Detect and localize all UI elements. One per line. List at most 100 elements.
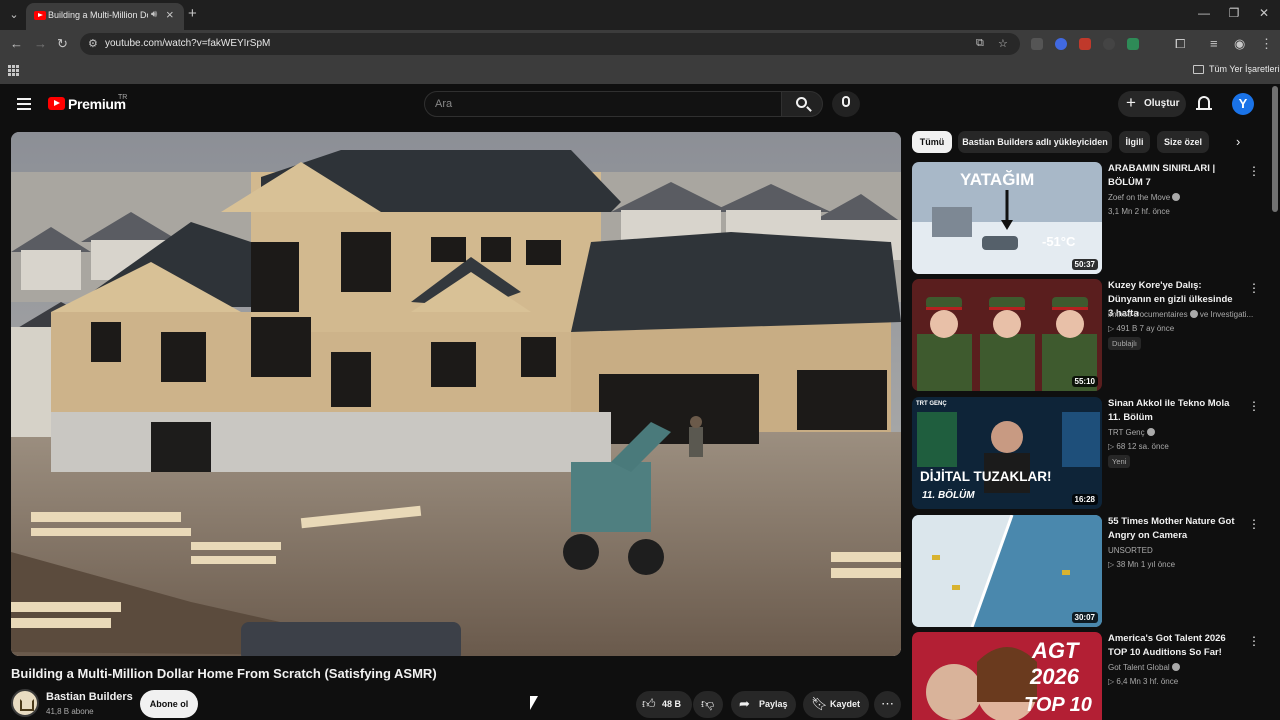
channel-avatar[interactable] (11, 689, 39, 717)
recommendation-item[interactable]: YATAĞIM -51°C 50:37 ARABAMIN SINIRLARI |… (912, 162, 1262, 274)
rec-channel[interactable]: Zoef on the Move (1108, 193, 1181, 202)
dislike-button[interactable]: 👎︎ (693, 691, 723, 718)
subscribe-button[interactable]: Abone ol (140, 690, 198, 718)
audio-playing-icon[interactable]: 🔊︎ (151, 9, 157, 20)
recommendation-item[interactable]: 30:07 55 Times Mother Nature Got Angry o… (912, 515, 1262, 627)
minimize-icon[interactable]: — (1194, 6, 1214, 20)
like-count: 48 B (662, 699, 682, 709)
video-thumbnail[interactable]: 30:07 (912, 515, 1102, 627)
video-duration: 50:37 (1071, 259, 1098, 270)
reading-list-icon[interactable]: ≡ (1210, 36, 1218, 52)
video-duration: 16:28 (1071, 494, 1098, 505)
chip-all[interactable]: Tümü (912, 131, 952, 153)
account-avatar[interactable]: Y (1232, 93, 1254, 115)
recommendation-item[interactable]: TRT GENÇ DİJİTAL TUZAKLAR! 11. BÖLÜM 16:… (912, 397, 1262, 509)
rec-title[interactable]: Sinan Akkol ile Tekno Mola 11. Bölüm (1108, 397, 1240, 425)
share-icon: ➦ (739, 696, 750, 711)
youtube-favicon-icon (34, 11, 46, 20)
rec-meta-text: 68 12 sa. önce (1116, 442, 1169, 451)
create-button[interactable]: + Oluştur (1118, 91, 1186, 117)
thumbnail-text: YATAĞIM (960, 170, 1035, 189)
more-vertical-icon[interactable]: ⋮ (1248, 400, 1260, 412)
rec-channel-name: imineo Documentaires (1108, 310, 1188, 319)
plus-icon: + (1126, 93, 1136, 112)
back-icon[interactable]: ← (10, 36, 23, 52)
video-thumbnail[interactable]: YATAĞIM -51°C 50:37 (912, 162, 1102, 274)
thumbnail-subtext: -51°C (1042, 234, 1076, 249)
search-button[interactable] (781, 91, 823, 117)
rec-meta: ▷ 491 B 7 ay önce (1108, 324, 1174, 333)
tab-title: Building a Multi-Million Dollar Home Fro… (48, 10, 148, 20)
chevron-right-icon[interactable]: › (1236, 134, 1240, 149)
like-button[interactable]: 👍︎ 48 B (636, 691, 692, 718)
thumbs-up-icon: 👍︎ (642, 696, 656, 711)
new-tab-icon[interactable]: + (188, 6, 197, 22)
tab-close-icon[interactable]: × (166, 8, 174, 22)
folder-icon[interactable] (1193, 65, 1204, 74)
chip-for-you[interactable]: Size özel (1157, 131, 1209, 153)
chip-from-uploader[interactable]: Bastian Builders adlı yükleyiciden (958, 131, 1112, 153)
extension-green-icon[interactable] (1127, 38, 1139, 50)
thumbnail-subtext: 11. BÖLÜM (922, 490, 975, 501)
more-vertical-icon[interactable]: ⋮ (1248, 518, 1260, 530)
rec-meta-text: 6,4 Mn 3 hf. önce (1116, 677, 1179, 686)
extension-info-icon[interactable] (1103, 38, 1115, 50)
verified-icon (1146, 428, 1155, 436)
youtube-logo-icon[interactable] (48, 97, 65, 110)
all-bookmarks-link[interactable]: Tüm Yer İşaretleri (1209, 64, 1280, 74)
cast-icon[interactable]: ⧉ (976, 37, 984, 50)
browser-tab-strip: ⌄ Building a Multi-Million Dollar Home F… (0, 0, 1280, 30)
reload-icon[interactable]: ↻ (57, 36, 68, 52)
rec-channel[interactable]: Got Talent Global (1108, 663, 1180, 672)
browser-tab-active[interactable]: Building a Multi-Million Dollar Home Fro… (26, 3, 184, 30)
share-label: Paylaş (759, 699, 788, 709)
rec-channel-name: Got Talent Global (1108, 663, 1170, 672)
extensions-puzzle-icon[interactable]: ⧠ (1175, 36, 1185, 52)
channel-name[interactable]: Bastian Builders (46, 691, 133, 703)
video-thumbnail[interactable]: TRT GENÇ DİJİTAL TUZAKLAR! 11. BÖLÜM 16:… (912, 397, 1102, 509)
verified-icon (1171, 663, 1180, 671)
profile-icon[interactable]: ◉ (1234, 36, 1245, 52)
save-button[interactable]: 🔖︎ Kaydet (803, 691, 869, 718)
youtube-header: Premium TR Ara + Oluştur Y (0, 84, 1280, 124)
chip-related[interactable]: İlgili (1119, 131, 1150, 153)
maximize-icon[interactable]: ❐ (1224, 6, 1244, 20)
search-input[interactable]: Ara (424, 91, 782, 117)
video-thumbnail[interactable]: AGT 2026 TOP 10 (912, 632, 1102, 720)
page-scrollbar[interactable] (1272, 86, 1278, 212)
more-vertical-icon[interactable]: ⋮ (1248, 635, 1260, 647)
recommendation-item[interactable]: 55:10 Kuzey Kore'ye Dalış: Dünyanın en g… (912, 279, 1262, 391)
rec-channel[interactable]: TRT Genç (1108, 428, 1155, 437)
bookmark-star-icon[interactable]: ☆ (998, 37, 1008, 50)
mouse-cursor-icon (530, 696, 538, 710)
extension-translate-icon[interactable] (1031, 38, 1043, 50)
notifications-bell-icon[interactable] (1196, 96, 1212, 110)
rec-channel[interactable]: imineo Documentaires ve Investigati... (1108, 310, 1253, 319)
site-info-icon[interactable]: ⚙ (88, 37, 98, 50)
recommendation-item[interactable]: AGT 2026 TOP 10 America's Got Talent 202… (912, 632, 1262, 720)
window-close-icon[interactable]: ✕ (1254, 6, 1274, 20)
video-player[interactable] (11, 132, 901, 656)
forward-icon[interactable]: → (34, 36, 47, 52)
voice-search-button[interactable] (832, 91, 860, 117)
more-vertical-icon[interactable]: ⋮ (1248, 282, 1260, 294)
rec-meta-text: 38 Mn 1 yıl önce (1116, 560, 1176, 569)
apps-grid-icon[interactable] (8, 65, 19, 76)
menu-icon[interactable] (17, 98, 31, 110)
browser-menu-icon[interactable]: ⋮ (1260, 36, 1273, 52)
rec-title[interactable]: 55 Times Mother Nature Got Angry on Came… (1108, 515, 1240, 543)
rec-channel[interactable]: UNSORTED (1108, 546, 1153, 555)
video-thumbnail[interactable]: 55:10 (912, 279, 1102, 391)
rec-title[interactable]: America's Got Talent 2026 TOP 10 Auditio… (1108, 632, 1240, 660)
thumbnail-tag: TRT GENÇ (916, 401, 947, 407)
share-button[interactable]: ➦ Paylaş (731, 691, 796, 718)
subscriber-count: 41,8 B abone (46, 707, 94, 716)
extension-blue-icon[interactable] (1055, 38, 1067, 50)
rec-title[interactable]: ARABAMIN SINIRLARI | BÖLÜM 7 (1108, 162, 1240, 190)
tab-search-icon[interactable]: ⌄ (6, 7, 22, 23)
address-bar[interactable]: ⚙ youtube.com/watch?v=fakWEYIrSpM ⧉ ☆ (80, 33, 1020, 55)
extension-red-icon[interactable] (1079, 38, 1091, 50)
more-vertical-icon[interactable]: ⋮ (1248, 165, 1260, 177)
bookmark-icon: 🔖︎ (811, 696, 828, 711)
more-actions-button[interactable]: ⋯ (874, 691, 901, 718)
